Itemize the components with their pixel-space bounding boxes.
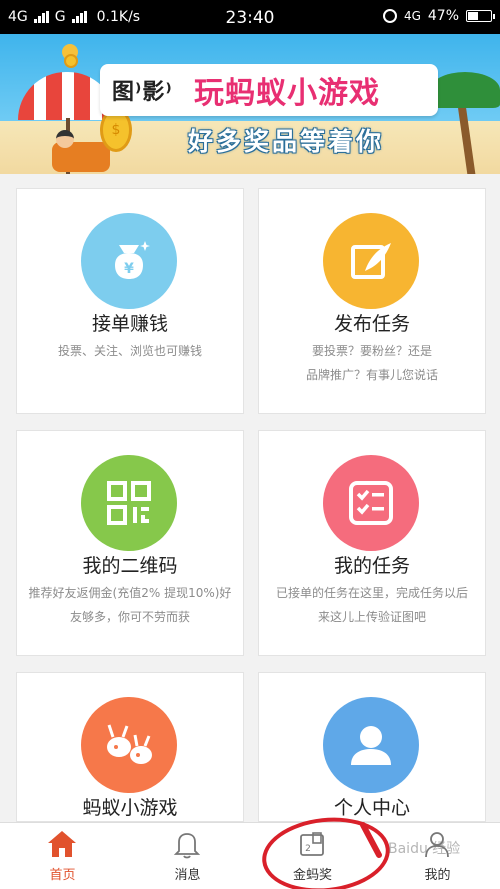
status-right: 4G 47% <box>382 8 495 24</box>
tab-messages[interactable]: 消息 <box>125 823 250 889</box>
person-head-graphic <box>56 130 74 148</box>
card-title: 接单赚钱 <box>91 313 168 335</box>
palm-leaves-graphic <box>430 72 500 108</box>
card-icon-circle <box>323 213 419 309</box>
tab-label: 首页 <box>49 868 76 883</box>
tab-label: 我的 <box>424 868 451 883</box>
card-desc-line: 来这儿上传验证图吧 <box>317 610 426 624</box>
promo-banner[interactable]: $ 图⁾影⁾ 玩蚂蚁小游戏 好多奖品等着你 <box>0 34 500 174</box>
money-bag-icon: ¥ <box>115 241 150 279</box>
user-icon <box>351 726 391 765</box>
battery-fill <box>468 12 479 20</box>
card-desc: 已接单的任务在这里，完成任务以后 来这儿上传验证图吧 <box>263 581 481 629</box>
card-desc-line: 推荐好友返佣金(充值2% 提现10%)好 <box>28 586 232 600</box>
svg-text:¥: ¥ <box>124 261 134 277</box>
qr-code-icon <box>107 481 151 525</box>
card-personal-center[interactable]: 个人中心 <box>258 672 486 822</box>
card-publish-task[interactable]: 发布任务 要投票？要粉丝？还是 品牌推广？有事儿您说话 <box>258 188 486 414</box>
card-desc: 投票、关注、浏览也可赚钱 <box>21 339 239 363</box>
ant-icon <box>107 724 152 764</box>
card-icon-circle <box>81 455 177 551</box>
home-icon <box>48 831 76 857</box>
tab-label: 消息 <box>174 868 201 883</box>
card-desc: 推荐好友返佣金(充值2% 提现10%)好 友够多，你可不劳而获 <box>21 581 239 629</box>
banner-brand: 图⁾影⁾ <box>112 80 173 105</box>
battery-icon <box>466 10 495 22</box>
battery-percent: 47% <box>427 8 459 24</box>
banner-headline: 玩蚂蚁小游戏 <box>194 76 380 111</box>
card-ant-game[interactable]: 蚂蚁小游戏 <box>16 672 244 822</box>
card-title: 我的任务 <box>333 555 410 577</box>
card-title: 我的二维码 <box>82 555 178 577</box>
card-my-qrcode[interactable]: 我的二维码 推荐好友返佣金(充值2% 提现10%)好 友够多，你可不劳而获 <box>16 430 244 656</box>
card-icon-circle <box>81 697 177 793</box>
person-icon <box>425 832 449 858</box>
tab-gold-ant-prize[interactable]: 2 金蚂奖 <box>250 823 375 889</box>
network-type-label-right: 4G <box>403 9 421 23</box>
card-desc-line: 要投票？要粉丝？还是 <box>311 344 432 358</box>
card-desc-line: 品牌推广？有事儿您说话 <box>305 368 438 382</box>
small-coin-graphic <box>64 54 78 68</box>
card-title: 蚂蚁小游戏 <box>82 797 178 819</box>
feather-edit-icon <box>351 243 391 279</box>
card-desc: 要投票？要粉丝？还是 品牌推广？有事儿您说话 <box>263 339 481 387</box>
tab-home[interactable]: 首页 <box>0 823 125 889</box>
ticket-icon: 2 <box>300 832 324 856</box>
banner-title-box: 图⁾影⁾ 玩蚂蚁小游戏 <box>100 64 438 116</box>
svg-text:2: 2 <box>305 844 311 854</box>
tab-mine[interactable]: 我的 <box>375 823 500 889</box>
banner-subline: 好多奖品等着你 <box>187 127 384 156</box>
card-title: 个人中心 <box>333 797 410 819</box>
card-take-orders[interactable]: ¥ 接单赚钱 投票、关注、浏览也可赚钱 <box>16 188 244 414</box>
card-desc-line: 投票、关注、浏览也可赚钱 <box>57 344 202 358</box>
card-icon-circle <box>323 697 419 793</box>
card-desc-line: 已接单的任务在这里，完成任务以后 <box>275 586 468 600</box>
tab-label: 金蚂奖 <box>292 868 332 883</box>
card-my-tasks[interactable]: 我的任务 已接单的任务在这里，完成任务以后 来这儿上传验证图吧 <box>258 430 486 656</box>
alarm-icon <box>382 9 397 23</box>
card-icon-circle: ¥ <box>81 213 177 309</box>
card-desc-line: 友够多，你可不劳而获 <box>69 610 190 624</box>
checklist-icon <box>349 481 393 525</box>
bell-icon <box>173 833 201 859</box>
status-bar: 4G G 0.1K/s 23:40 4G 47% <box>0 0 500 34</box>
card-title: 发布任务 <box>333 313 410 335</box>
card-icon-circle <box>323 455 419 551</box>
bottom-tab-bar: 首页 消息 2 金蚂奖 我的 <box>0 822 500 889</box>
